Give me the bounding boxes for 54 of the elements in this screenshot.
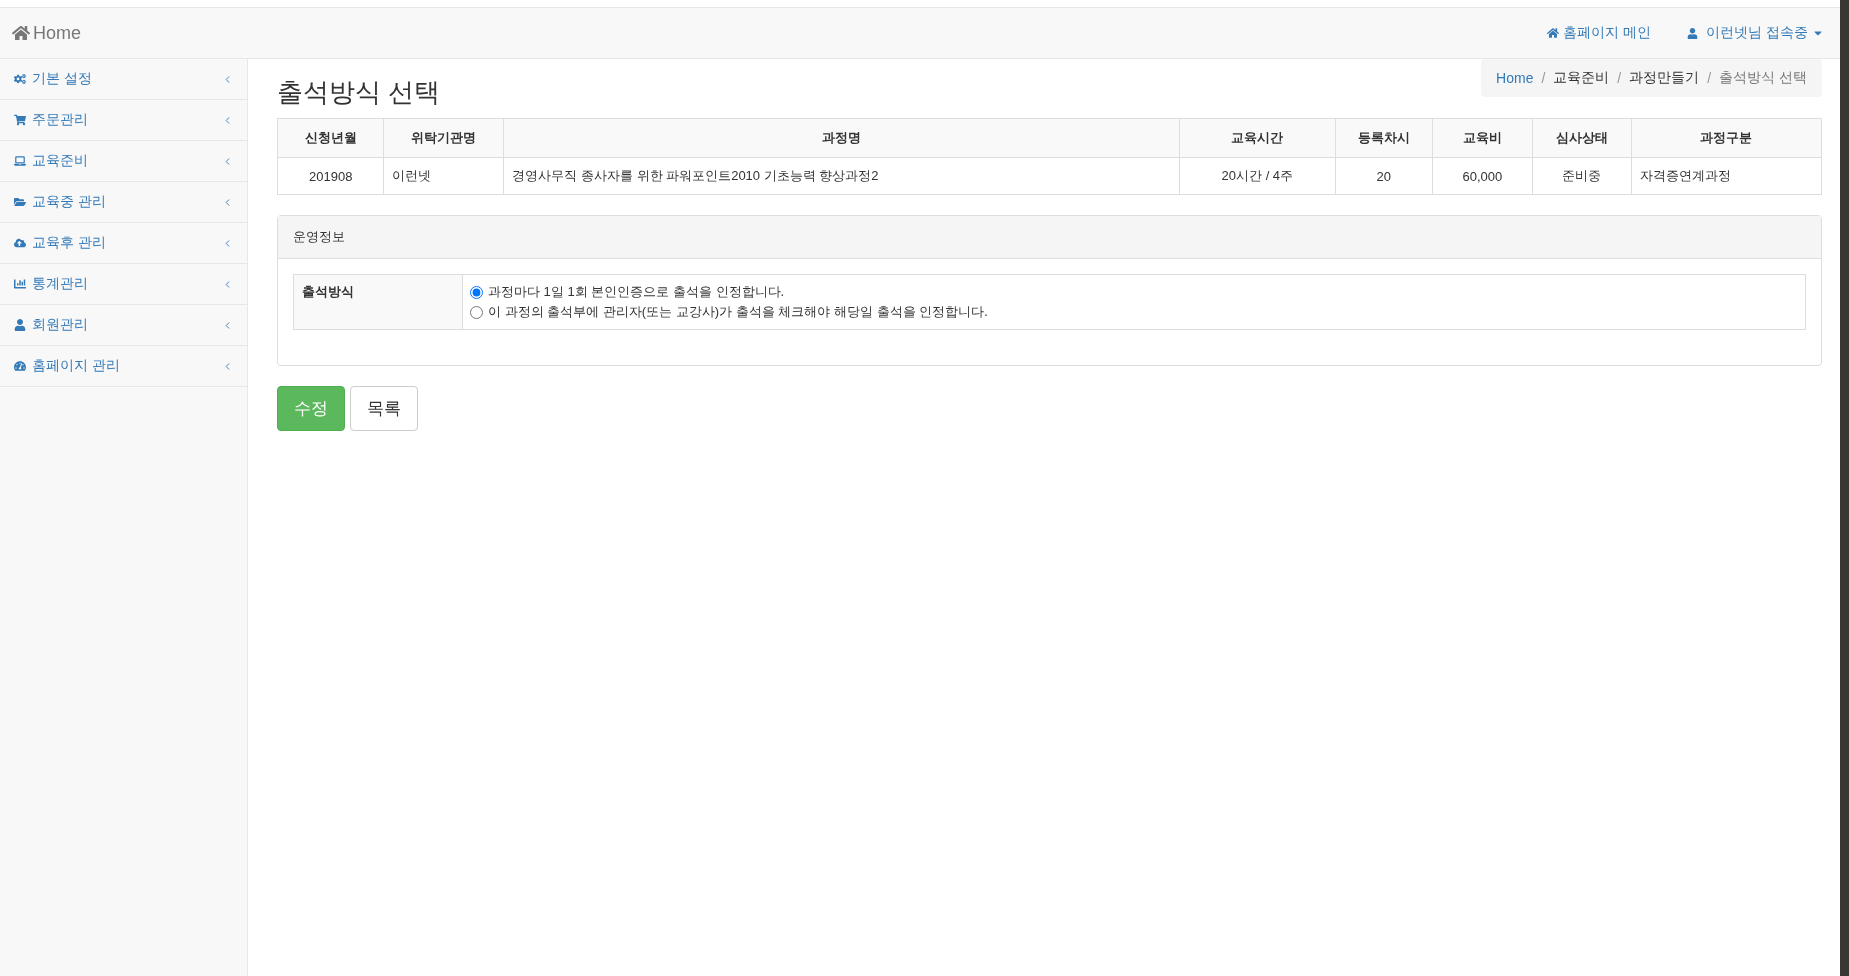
home-icon	[1547, 27, 1560, 39]
page-title: 출석방식 선택	[277, 76, 441, 109]
radio-button[interactable]	[470, 285, 483, 299]
breadcrumb-link[interactable]: Home	[1496, 70, 1534, 86]
column-header: 교육시간	[1179, 118, 1336, 158]
home-brand-link[interactable]: Home	[12, 22, 81, 44]
table-cell: 201908	[277, 157, 384, 195]
sidebar-item[interactable]: 교육후 관리	[0, 223, 247, 264]
breadcrumb-item: 과정만들기	[1629, 69, 1700, 87]
cart-icon	[14, 114, 26, 126]
radio-label: 이 과정의 출석부에 관리자(또는 교강사)가 출석을 체크해야 해당일 출석을 인정합니다.	[488, 303, 988, 321]
breadcrumb-item: 출석방식 선택	[1719, 69, 1807, 87]
panel-heading: 운영정보	[278, 216, 1821, 259]
table-cell: 자격증연계과정	[1631, 157, 1822, 195]
table-cell: 이런넷	[383, 157, 504, 195]
table-cell: 준비중	[1532, 157, 1632, 195]
sidebar-item[interactable]: 주문관리	[0, 100, 247, 141]
sidebar-item[interactable]: 회원관리	[0, 305, 247, 346]
sidebar-item[interactable]: 홈페이지 관리	[0, 346, 247, 387]
sidebar-item[interactable]: 교육중 관리	[0, 182, 247, 223]
column-header: 과정구분	[1631, 118, 1822, 158]
homepage-main-link[interactable]: 홈페이지 메인	[1547, 24, 1652, 42]
table-cell: 60,000	[1432, 157, 1533, 195]
column-header: 과정명	[503, 118, 1180, 158]
user-icon	[14, 319, 26, 331]
table-cell: 경영사무직 종사자를 위한 파워포인트2010 기초능력 향상과정2	[503, 157, 1180, 195]
gears-icon	[14, 73, 26, 85]
table-cell: 20시간 / 4주	[1179, 157, 1336, 195]
sidebar-item[interactable]: 통계관리	[0, 264, 247, 305]
column-header: 등록차시	[1335, 118, 1433, 158]
breadcrumb-item: 교육준비	[1553, 69, 1610, 87]
laptop-icon	[14, 155, 26, 167]
gauge-icon	[14, 360, 26, 372]
breadcrumb-separator: /	[1706, 70, 1713, 86]
folder-icon	[14, 196, 26, 208]
radio-button[interactable]	[470, 305, 483, 319]
home-icon	[12, 24, 30, 42]
column-header: 신청년월	[277, 118, 384, 158]
user-menu-link[interactable]: 이런넷님 접속중	[1687, 24, 1824, 42]
user-icon	[1687, 27, 1699, 39]
sidebar-item[interactable]: 기본 설정	[0, 59, 247, 100]
table-cell: 20	[1335, 157, 1433, 195]
column-header: 심사상태	[1532, 118, 1632, 158]
list-button[interactable]: 목록	[350, 386, 418, 431]
breadcrumb-separator: /	[1540, 70, 1547, 86]
column-header: 위탁기관명	[383, 118, 504, 158]
radio-label: 과정마다 1일 1회 본인인증으로 출석을 인정합니다.	[488, 283, 785, 301]
edit-button[interactable]: 수정	[277, 386, 345, 431]
cloud-upload-icon	[14, 237, 26, 249]
field-label: 출석방식	[294, 275, 463, 329]
column-header: 교육비	[1432, 118, 1533, 158]
bar-chart-icon	[14, 278, 26, 290]
breadcrumb-separator: /	[1616, 70, 1623, 86]
sidebar-item[interactable]: 교육준비	[0, 141, 247, 182]
